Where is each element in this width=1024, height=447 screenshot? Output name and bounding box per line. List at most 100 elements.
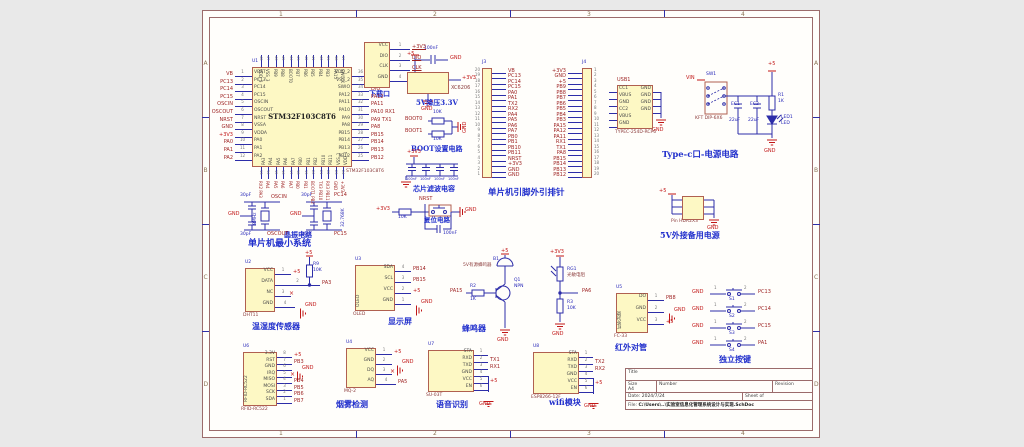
net-TX1: TX1 xyxy=(490,358,500,364)
text-pn: 2 xyxy=(235,78,250,82)
net-TX3 PB10: TX3 PB10 xyxy=(317,181,321,200)
ir-sensor-pin-DO: DO xyxy=(622,295,646,300)
text-pn: 45 xyxy=(281,56,285,60)
text-pn: 38 xyxy=(333,56,337,60)
sheet-label: Sheet xyxy=(745,394,758,399)
gnd-symbol xyxy=(408,305,427,316)
text-ncx: × xyxy=(289,291,294,298)
text-pn: 23 xyxy=(333,170,337,174)
file-path: C:\Users\..\实验室信息化管理系统设计与实现.SchDoc xyxy=(638,403,754,408)
pwr-label: GND xyxy=(692,290,703,296)
net-NRST: NRST xyxy=(197,118,233,124)
net-PB12: PB12 xyxy=(371,156,384,162)
text-pn: 8 xyxy=(594,106,602,110)
net-+5: +5 xyxy=(394,350,401,356)
wire xyxy=(568,161,582,162)
text-pn: 48 xyxy=(258,56,262,60)
des-label: U1 xyxy=(252,60,258,65)
stm32-mcu-pin-SWIO: SWIO xyxy=(304,86,350,91)
mq2-pin-AQ: AQ xyxy=(352,379,374,384)
usb-typec-pin-CC2: CC2 xyxy=(619,108,633,113)
stm32-mcu-pin-PA11: PA11 xyxy=(304,101,350,106)
text-pn: 42 xyxy=(303,56,307,60)
wire xyxy=(395,282,411,283)
rfid-pin-3.3V: 3.3V xyxy=(249,352,275,357)
wire xyxy=(568,150,582,151)
net-GND: GND xyxy=(421,300,432,306)
oled-pin-VCC: VCC xyxy=(361,288,393,293)
net-+5: +5 xyxy=(294,353,301,359)
val-label: 32.768K xyxy=(342,208,347,227)
dht11-part: DHT11 xyxy=(243,314,258,319)
text-pn: 1 xyxy=(475,349,487,353)
wire xyxy=(568,78,582,79)
text-pn: 2 xyxy=(649,306,663,310)
text-pn: 14 xyxy=(594,139,602,143)
wifi-pin-VCC: VCC xyxy=(539,380,577,385)
text-pn: 44 xyxy=(288,56,292,60)
des-label: S4 xyxy=(729,349,735,354)
text-pn: 4 xyxy=(278,377,291,381)
stm32-mcu-pin-PB4: PB4 xyxy=(317,69,321,77)
stm32-mcu-pin-OSCIN: OSCIN xyxy=(254,101,300,106)
stm32-mcu-pin-PA10: PA10 xyxy=(304,109,350,114)
section-caption: 单片机最小系统 xyxy=(248,240,311,250)
net-PA10 RX1: PA10 RX1 xyxy=(371,110,395,116)
val-label: 10K xyxy=(313,269,322,274)
val-label: 10K xyxy=(398,216,407,221)
oled-pin-GND: GND xyxy=(361,299,393,304)
des-label: S1 xyxy=(729,298,735,303)
text-pn: 3 xyxy=(475,363,487,367)
val-label: 10K xyxy=(567,307,576,312)
pwr-label: +3V3 xyxy=(376,207,390,213)
size-value: A4 xyxy=(628,387,634,392)
net-GND: GND xyxy=(479,402,490,408)
pwr-label: GND xyxy=(497,338,508,344)
zone-row-label: A xyxy=(814,60,818,67)
rfid-pin-SCK: SCK xyxy=(249,391,275,396)
zone-row-label: B xyxy=(814,167,818,174)
stm32-mcu-pin-PB6: PB6 xyxy=(302,69,306,77)
of-label: of xyxy=(759,394,763,399)
header-j4-body xyxy=(582,68,592,178)
stm32-mcu-pin-VSS_3: VSS_3 xyxy=(265,69,269,81)
net-DIO: DIO xyxy=(371,87,380,93)
net-OSCOUT: OSCOUT xyxy=(197,110,233,116)
val-label: 22uF xyxy=(748,119,759,124)
val-label: 8MHz xyxy=(254,213,259,226)
text-pn: 6 xyxy=(475,384,487,388)
wire xyxy=(568,172,582,173)
text-pn: 3 xyxy=(472,161,480,165)
section-caption: 独立按键 xyxy=(719,355,751,364)
wire xyxy=(492,133,506,134)
text-pn: 19 xyxy=(303,170,307,174)
wire xyxy=(609,106,617,107)
net-label: OSCIN xyxy=(271,195,287,201)
text-pn: 32 xyxy=(353,100,368,104)
net-PA12: PA12 xyxy=(371,95,383,101)
wifi-pin-EN: EN xyxy=(539,387,577,392)
text-pn: 2 xyxy=(580,358,592,362)
wire xyxy=(510,10,511,17)
pwr-label: GND xyxy=(421,107,432,113)
net-OSCIN: OSCIN xyxy=(197,102,233,108)
text-pn: 13 xyxy=(472,106,480,110)
rfid-pin-MOSI: MOSI xyxy=(249,385,275,390)
zone-row-label: C xyxy=(204,274,208,281)
net-PA3: PA3 xyxy=(322,281,331,287)
pn-label: 2 xyxy=(744,320,747,324)
stm32-mcu-pin-VSS_1: VSS_1 xyxy=(337,153,341,165)
dht11-pin-GND: GND xyxy=(251,302,273,307)
wire xyxy=(653,106,661,107)
net-label: PA15 xyxy=(450,289,462,295)
stm32-mcu-pin-PC15: PC15 xyxy=(254,94,300,99)
text-pn: 22 xyxy=(325,170,329,174)
voice-pin-RXD: RXD xyxy=(434,357,472,362)
zone-col-label: 1 xyxy=(279,430,283,437)
wire xyxy=(653,113,661,114)
rfid-part: RFID-RC522 xyxy=(241,408,268,413)
header-j3-body xyxy=(482,68,492,178)
net-PA5: PA5 xyxy=(398,380,407,386)
wire xyxy=(609,99,617,100)
pwr-label: +3V3 xyxy=(550,250,564,256)
